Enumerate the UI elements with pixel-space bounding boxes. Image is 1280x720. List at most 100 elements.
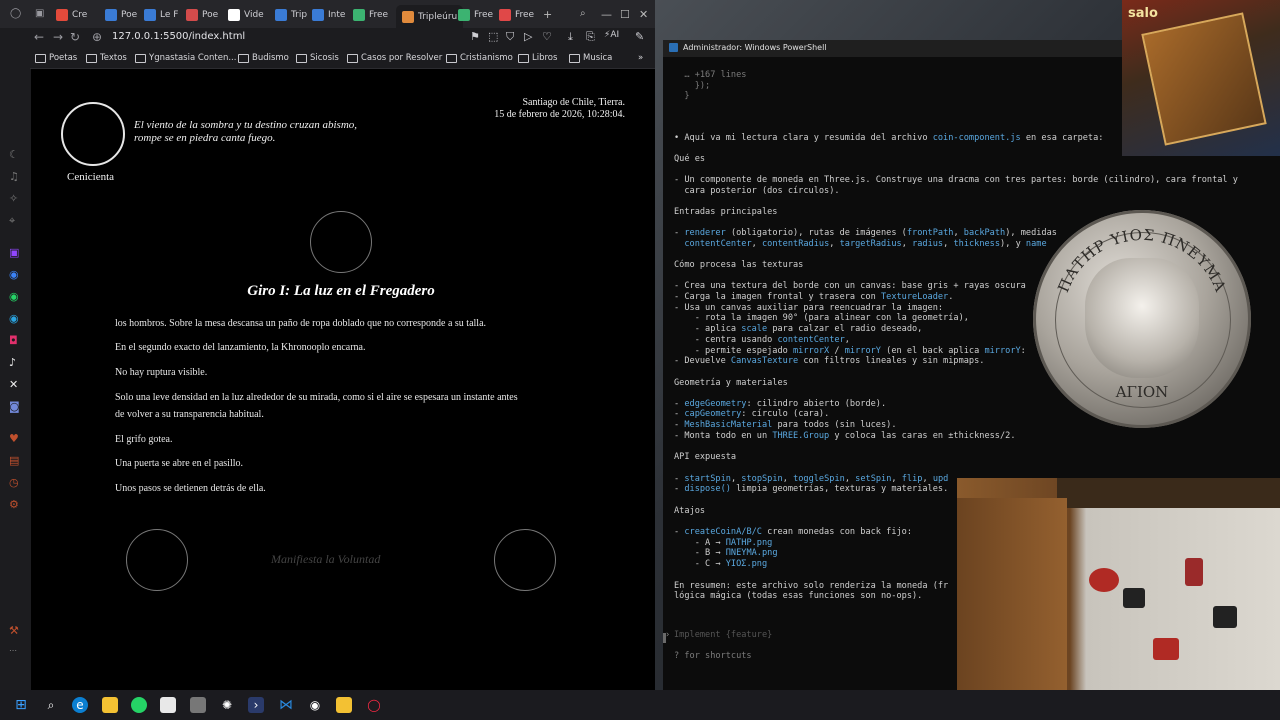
heart-icon[interactable]: ♥ [9, 432, 19, 445]
edge-icon[interactable]: e [72, 697, 88, 713]
forward-icon[interactable]: → [53, 30, 63, 44]
overlay-label: salo [1128, 6, 1158, 21]
discord-icon[interactable]: ◙ [9, 400, 20, 413]
extensions-icon[interactable]: ⎘ [586, 30, 595, 44]
browser-tab[interactable]: Cre [56, 5, 87, 25]
character-name: Cenicienta [67, 171, 115, 183]
bookmark-folder[interactable]: Poetas [35, 53, 77, 63]
browser-tab[interactable]: Tripleúru [396, 5, 464, 28]
search-icon[interactable]: ⌕ [43, 697, 59, 713]
ai-icon[interactable]: ⚡AI [604, 30, 619, 40]
url-field[interactable]: 127.0.0.1:5500/index.html [112, 31, 245, 42]
coin-bottom-text: ΑΓΙΟΝ [1115, 383, 1169, 401]
app-icon[interactable] [160, 697, 176, 713]
bookmark-folder[interactable]: Sicosis [296, 53, 339, 63]
location-icon[interactable]: ⌖ [9, 214, 15, 228]
shield-icon[interactable]: ⛉ [506, 30, 514, 44]
bookmark-folder[interactable]: Cristianismo [446, 53, 513, 63]
vscode-icon[interactable]: ⋈ [278, 697, 294, 713]
notes-icon[interactable]: ▤ [9, 454, 19, 467]
maximize-button[interactable]: ☐ [620, 8, 630, 21]
place-date: Santiago de Chile, Tierra. 15 de febrero… [494, 97, 625, 121]
notes-app-icon[interactable] [336, 697, 352, 713]
browser-tab[interactable]: Poe [105, 5, 137, 25]
center-orb-button[interactable] [310, 211, 372, 273]
browser-tab[interactable]: Vide [228, 5, 264, 25]
messenger-icon[interactable]: ◉ [9, 268, 19, 281]
more-bookmarks-icon[interactable]: » [638, 53, 643, 63]
right-orb-button[interactable] [494, 529, 556, 591]
terminal-line: - A → ΠΑΤΗΡ.png [674, 538, 773, 548]
browser-tab[interactable]: Le F [144, 5, 178, 25]
terminal-line: } [674, 91, 690, 101]
bookmark-folder[interactable]: Musica [569, 53, 612, 63]
avatar[interactable] [61, 102, 125, 166]
twitch-icon[interactable]: ▣ [9, 246, 19, 259]
prompt-input[interactable]: Implement {feature} [674, 630, 954, 640]
terminal-line: - aplica scale para calzar el radio dese… [674, 324, 923, 334]
bookmark-label: Sicosis [310, 53, 339, 63]
opera-icon[interactable]: ◯ [366, 697, 382, 713]
close-button[interactable]: ✕ [639, 8, 648, 21]
play-icon[interactable]: ▷ [524, 30, 532, 43]
new-tab-button[interactable]: + [543, 8, 552, 21]
tools-icon[interactable]: ⚒ [9, 624, 19, 637]
whatsapp-icon[interactable]: ◉ [9, 290, 19, 303]
screenshot-icon[interactable]: ⬚ [488, 30, 498, 43]
browser-tab[interactable]: Poe [186, 5, 218, 25]
app-icon[interactable] [190, 697, 206, 713]
x-icon[interactable]: ✕ [9, 378, 18, 391]
minimize-button[interactable]: — [601, 8, 612, 21]
telegram-icon[interactable]: ◉ [9, 312, 19, 325]
bookmark-folder[interactable]: Libros [518, 53, 557, 63]
terminal-line: - MeshBasicMaterial para todos (sin luce… [674, 420, 897, 430]
settings-icon[interactable]: ⚙ [9, 498, 19, 511]
bookmark-folder[interactable]: Budismo [238, 53, 289, 63]
tab-strip: ◯ ▣ Cre Poe Le F Poe Vide Trip Inte Free Tripleú… [0, 0, 655, 28]
browser-tab[interactable]: Free [499, 5, 534, 25]
bookmark-folder[interactable]: Casos por Resolver [347, 53, 442, 63]
tab-actions-icon[interactable]: ▣ [35, 8, 44, 19]
start-button-icon[interactable]: ⊞ [13, 697, 29, 713]
browser-tab[interactable]: Trip [275, 5, 307, 25]
whatsapp-icon[interactable] [131, 697, 147, 713]
profile-icon[interactable]: ◯ [10, 8, 21, 19]
edit-icon[interactable]: ✎ [635, 30, 644, 43]
download-icon[interactable]: ⤓ [568, 30, 573, 44]
tab-label: Free [369, 10, 389, 20]
hat-image [1089, 568, 1119, 592]
moon-icon[interactable]: ☾ [9, 148, 19, 161]
bell-icon[interactable]: ♫ [9, 170, 19, 183]
star-icon[interactable]: ✧ [9, 192, 18, 205]
bag-image [1123, 588, 1145, 608]
chrome-icon[interactable]: ◉ [307, 697, 323, 713]
back-icon[interactable]: ← [34, 30, 44, 44]
story-paragraph: los hombros. Sobre la mesa descansa un p… [115, 318, 487, 329]
instagram-icon[interactable]: ◘ [9, 334, 18, 347]
reload-icon[interactable]: ↻ [70, 30, 80, 44]
file-explorer-icon[interactable] [102, 697, 118, 713]
tab-label: Vide [244, 10, 264, 20]
tiktok-icon[interactable]: ♪ [9, 356, 16, 369]
bookmark-folder[interactable]: Textos [86, 53, 127, 63]
webcam-ceiling [1057, 478, 1280, 508]
chatgpt-icon[interactable]: ✺ [219, 697, 235, 713]
tab-favicon-icon [275, 9, 287, 21]
browser-tab[interactable]: Inte [312, 5, 345, 25]
folder-icon [569, 53, 580, 63]
search-tabs-icon[interactable]: ⌕ [580, 8, 586, 19]
terminal-line: Atajos [674, 506, 706, 516]
bookmark-icon[interactable]: ⚑ [470, 30, 480, 43]
tab-label: Trip [291, 10, 308, 20]
manifest-button[interactable]: Manifiesta la Voluntad [271, 552, 380, 567]
powershell-taskbar-icon[interactable]: › [248, 697, 264, 713]
left-orb-button[interactable] [126, 529, 188, 591]
bookmark-folder[interactable]: Ygnastasia Conten... [135, 53, 236, 63]
terminal-line: - rota la imagen 90° (para alinear con l… [674, 313, 969, 323]
site-info-icon[interactable]: ⊕ [92, 30, 102, 44]
heart-icon[interactable]: ♡ [542, 30, 552, 43]
clock-icon[interactable]: ◷ [9, 476, 19, 489]
browser-tab[interactable]: Free [353, 5, 388, 25]
menu-icon[interactable]: ⋯ [9, 646, 17, 655]
browser-tab[interactable]: Free [458, 5, 493, 25]
